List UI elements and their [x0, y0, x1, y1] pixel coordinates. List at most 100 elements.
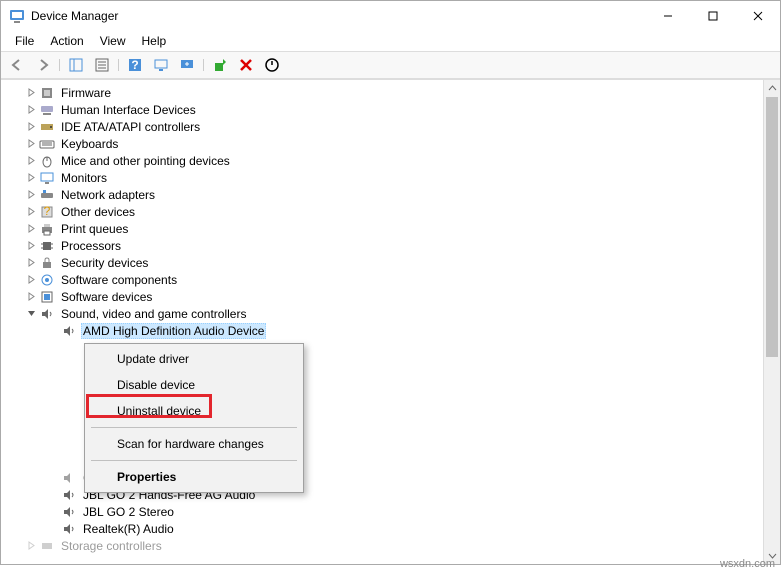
- speaker-icon: [61, 487, 77, 503]
- category-other[interactable]: ? Other devices: [5, 203, 763, 220]
- software-icon: [39, 272, 55, 288]
- device-label: AMD High Definition Audio Device: [81, 323, 266, 339]
- device-label: Realtek(R) Audio: [81, 522, 176, 536]
- category-security[interactable]: Security devices: [5, 254, 763, 271]
- category-sound[interactable]: Sound, video and game controllers: [5, 305, 763, 322]
- properties-button[interactable]: [90, 53, 114, 77]
- hid-icon: [39, 102, 55, 118]
- expand-icon[interactable]: [23, 241, 39, 250]
- vertical-scrollbar[interactable]: [763, 80, 780, 564]
- menu-view[interactable]: View: [92, 32, 134, 50]
- expand-icon[interactable]: [23, 156, 39, 165]
- app-icon: [9, 8, 25, 24]
- menu-file[interactable]: File: [7, 32, 42, 50]
- expand-icon[interactable]: [23, 122, 39, 131]
- expand-icon[interactable]: [23, 139, 39, 148]
- expand-icon[interactable]: [23, 105, 39, 114]
- category-network[interactable]: Network adapters: [5, 186, 763, 203]
- forward-button[interactable]: [31, 53, 55, 77]
- enable-device-button[interactable]: [208, 53, 232, 77]
- disable-device-button[interactable]: [260, 53, 284, 77]
- category-storage[interactable]: Storage controllers: [5, 537, 763, 554]
- category-keyboards[interactable]: Keyboards: [5, 135, 763, 152]
- category-ide[interactable]: IDE ATA/ATAPI controllers: [5, 118, 763, 135]
- cpu-icon: [39, 238, 55, 254]
- category-label: Software devices: [59, 290, 154, 304]
- firmware-icon: [39, 85, 55, 101]
- speaker-icon: [61, 470, 77, 486]
- speaker-icon: [39, 306, 55, 322]
- window-title: Device Manager: [31, 9, 118, 23]
- ctx-properties[interactable]: Properties: [87, 464, 301, 490]
- show-hide-tree-button[interactable]: [64, 53, 88, 77]
- expand-icon[interactable]: [23, 258, 39, 267]
- category-monitors[interactable]: Monitors: [5, 169, 763, 186]
- speaker-icon: [61, 504, 77, 520]
- category-label: Firmware: [59, 86, 113, 100]
- category-firmware[interactable]: Firmware: [5, 84, 763, 101]
- category-label: Keyboards: [59, 137, 120, 151]
- category-label: Security devices: [59, 256, 150, 270]
- svg-text:?: ?: [44, 204, 51, 218]
- update-driver-button[interactable]: [175, 53, 199, 77]
- software-device-icon: [39, 289, 55, 305]
- minimize-button[interactable]: [645, 1, 690, 31]
- uninstall-device-button[interactable]: [234, 53, 258, 77]
- storage-icon: [39, 538, 55, 554]
- device-realtek[interactable]: Realtek(R) Audio: [5, 520, 763, 537]
- category-label: Other devices: [59, 205, 137, 219]
- toolbar-divider: [116, 53, 121, 77]
- expand-icon[interactable]: [23, 292, 39, 301]
- close-button[interactable]: [735, 1, 780, 31]
- expand-icon[interactable]: [23, 207, 39, 216]
- keyboard-icon: [39, 136, 55, 152]
- titlebar: Device Manager: [1, 1, 780, 31]
- svg-text:?: ?: [131, 58, 138, 72]
- menubar: File Action View Help: [1, 31, 780, 51]
- category-print[interactable]: Print queues: [5, 220, 763, 237]
- expand-icon[interactable]: [23, 275, 39, 284]
- ide-icon: [39, 119, 55, 135]
- expand-icon[interactable]: [23, 541, 39, 550]
- collapse-icon[interactable]: [23, 309, 39, 318]
- mouse-icon: [39, 153, 55, 169]
- expand-icon[interactable]: [23, 173, 39, 182]
- ctx-update-driver[interactable]: Update driver: [87, 346, 301, 372]
- ctx-separator: [91, 460, 297, 461]
- category-label: Monitors: [59, 171, 109, 185]
- category-mice[interactable]: Mice and other pointing devices: [5, 152, 763, 169]
- category-software-components[interactable]: Software components: [5, 271, 763, 288]
- help-button[interactable]: ?: [123, 53, 147, 77]
- menu-help[interactable]: Help: [134, 32, 175, 50]
- scan-hardware-button[interactable]: [149, 53, 173, 77]
- scroll-up-arrow[interactable]: [764, 80, 780, 97]
- ctx-disable-device[interactable]: Disable device: [87, 372, 301, 398]
- category-processors[interactable]: Processors: [5, 237, 763, 254]
- category-label: Print queues: [59, 222, 130, 236]
- printer-icon: [39, 221, 55, 237]
- security-icon: [39, 255, 55, 271]
- context-menu: Update driver Disable device Uninstall d…: [84, 343, 304, 493]
- expand-icon[interactable]: [23, 88, 39, 97]
- category-label: IDE ATA/ATAPI controllers: [59, 120, 202, 134]
- category-label: Human Interface Devices: [59, 103, 198, 117]
- category-label: Software components: [59, 273, 179, 287]
- category-hid[interactable]: Human Interface Devices: [5, 101, 763, 118]
- toolbar-divider: [201, 53, 206, 77]
- scroll-thumb[interactable]: [766, 97, 778, 357]
- device-jbl-stereo[interactable]: JBL GO 2 Stereo: [5, 503, 763, 520]
- toolbar: ?: [1, 51, 780, 79]
- ctx-scan-hardware[interactable]: Scan for hardware changes: [87, 431, 301, 457]
- network-icon: [39, 187, 55, 203]
- category-label: Storage controllers: [59, 539, 164, 553]
- maximize-button[interactable]: [690, 1, 735, 31]
- device-amd-audio[interactable]: AMD High Definition Audio Device: [5, 322, 763, 339]
- expand-icon[interactable]: [23, 224, 39, 233]
- category-label: Sound, video and game controllers: [59, 307, 248, 321]
- menu-action[interactable]: Action: [42, 32, 91, 50]
- expand-icon[interactable]: [23, 190, 39, 199]
- ctx-uninstall-device[interactable]: Uninstall device: [87, 398, 301, 424]
- category-software-devices[interactable]: Software devices: [5, 288, 763, 305]
- back-button[interactable]: [5, 53, 29, 77]
- other-icon: ?: [39, 204, 55, 220]
